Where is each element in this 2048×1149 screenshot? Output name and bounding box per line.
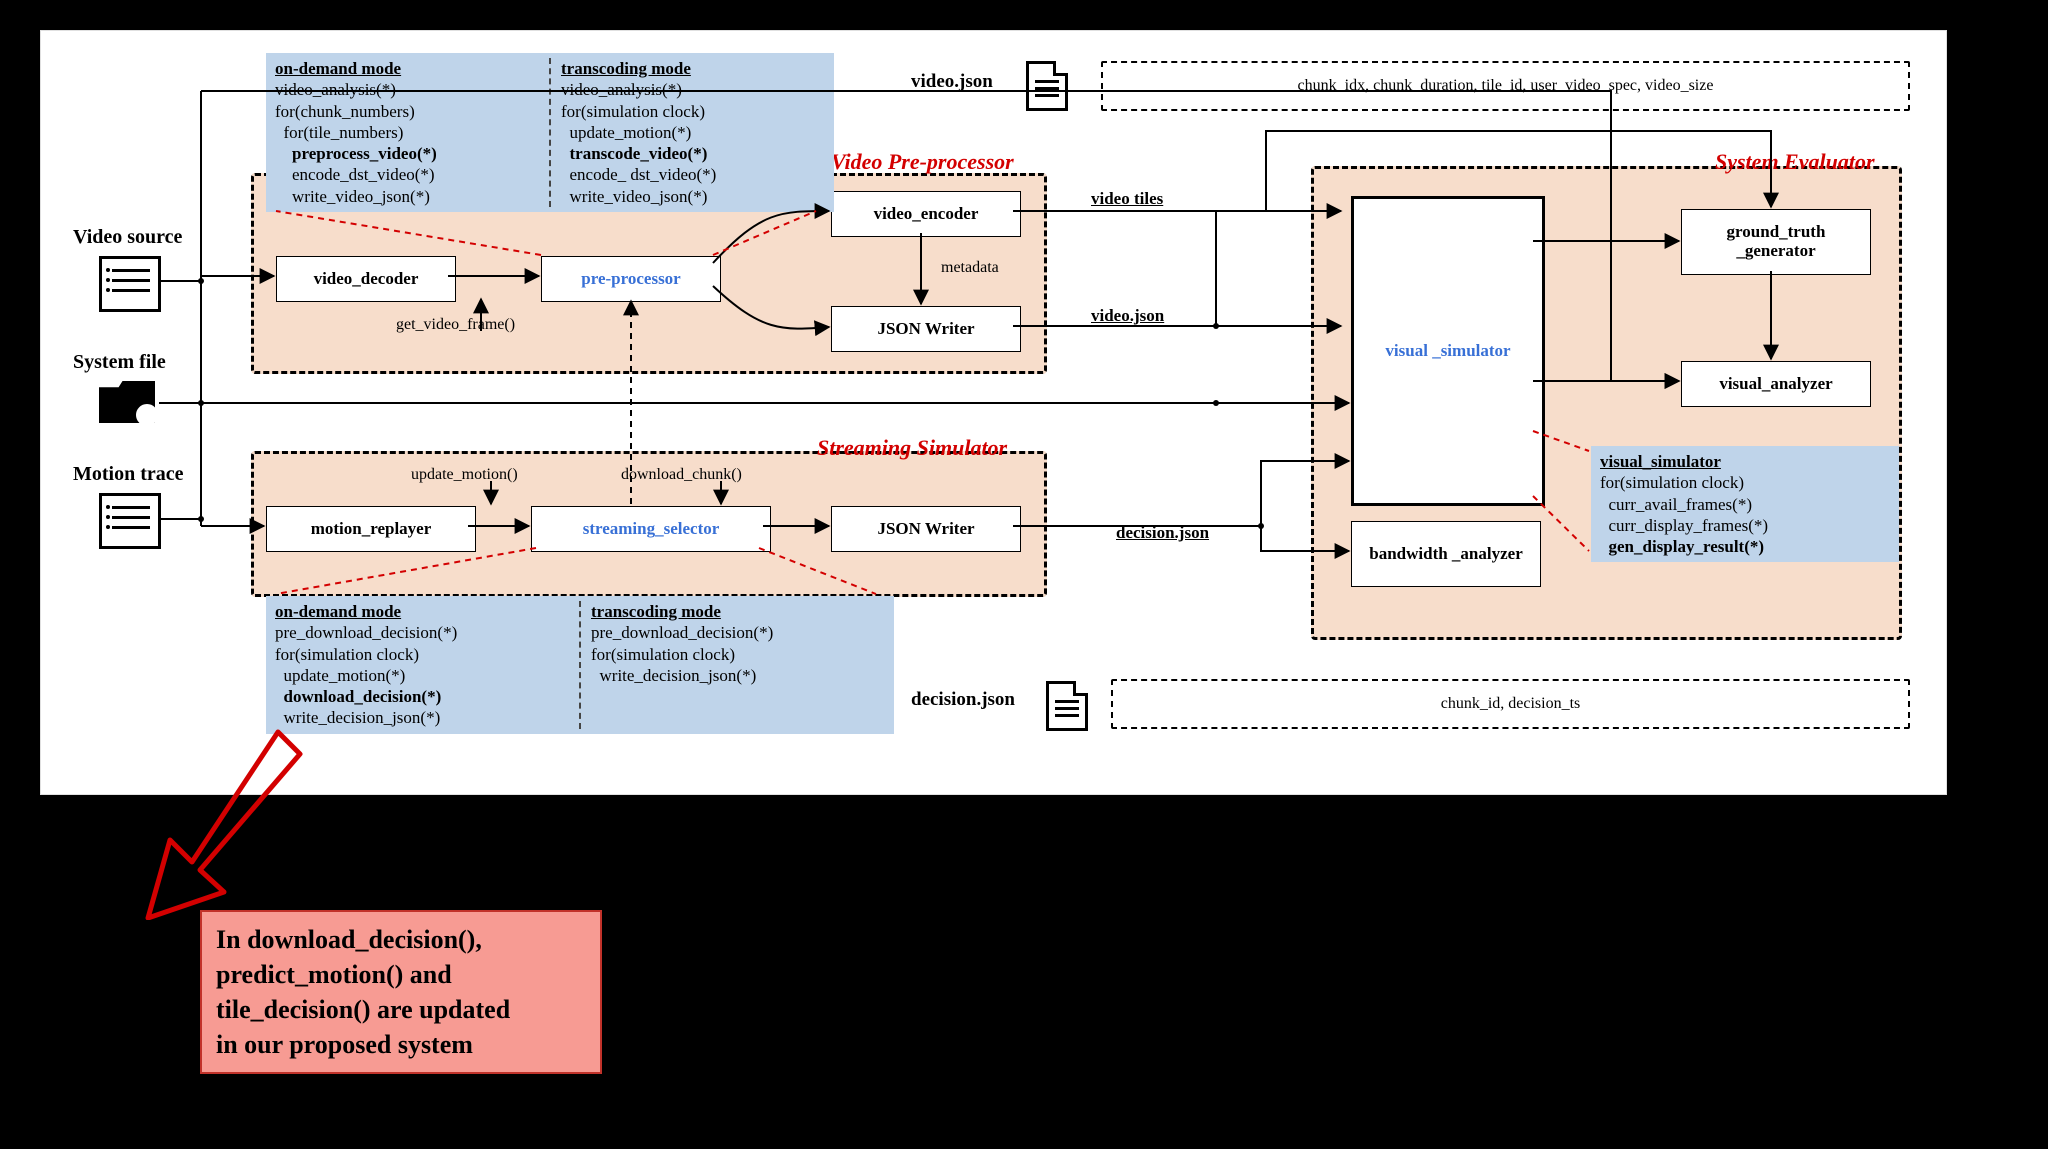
label-update-motion: update_motion() — [411, 466, 518, 484]
stream-left-l5: write_decision_json(*) — [275, 707, 569, 728]
callout-line2: predict_motion() and — [216, 957, 586, 992]
label-system-file: System file — [73, 351, 166, 374]
text-pre-processor: pre-processor — [581, 270, 680, 289]
preproc-left-l1: video_analysis(*) — [275, 79, 539, 100]
text-bandwidth-analyzer: bandwidth _analyzer — [1369, 545, 1523, 564]
video-source-icon — [99, 256, 161, 312]
label-video-tiles: video tiles — [1091, 189, 1163, 209]
preproc-right-l3: update_motion(*) — [561, 122, 825, 143]
eval-l4: gen_display_result(*) — [1600, 536, 1890, 557]
callout-line4: in our proposed system — [216, 1027, 586, 1062]
decision-json-fields-text: chunk_id, decision_ts — [1441, 695, 1581, 713]
title-streaming: Streaming Simulator — [817, 435, 1007, 461]
decision-json-file-icon — [1046, 681, 1088, 731]
diagram-panel: Video Pre-processor Streaming Simulator … — [40, 30, 1947, 795]
node-pre-processor: pre-processor — [541, 256, 721, 302]
label-decision-json: decision.json — [911, 689, 1015, 711]
stream-left-l4: download_decision(*) — [275, 686, 569, 707]
eval-header: visual_simulator — [1600, 451, 1890, 472]
preproc-left-header: on-demand mode — [275, 58, 539, 79]
preproc-left-l4: preprocess_video(*) — [275, 143, 539, 164]
preproc-right-l2: for(simulation clock) — [561, 101, 825, 122]
text-video-decoder: video_decoder — [314, 270, 419, 289]
preproc-left-l3: for(tile_numbers) — [275, 122, 539, 143]
stream-right-l2: for(simulation clock) — [591, 644, 885, 665]
codebox-stream-left: on-demand mode pre_download_decision(*) … — [275, 601, 569, 729]
stream-left-l1: pre_download_decision(*) — [275, 622, 569, 643]
node-motion-replayer: motion_replayer — [266, 506, 476, 552]
stream-right-l3: write_decision_json(*) — [591, 665, 885, 686]
codebox-preproc-left: on-demand mode video_analysis(*) for(chu… — [275, 58, 539, 207]
node-json-writer-2: JSON Writer — [831, 506, 1021, 552]
text-json-writer-2: JSON Writer — [877, 520, 974, 539]
title-evaluator: System Evaluator — [1715, 149, 1875, 175]
preproc-right-l5: encode_ dst_video(*) — [561, 164, 825, 185]
callout-arrow-icon — [130, 720, 310, 920]
label-metadata: metadata — [941, 259, 999, 277]
node-video-encoder: video_encoder — [831, 191, 1021, 237]
callout-line1: In download_decision(), — [216, 922, 586, 957]
preproc-right-header: transcoding mode — [561, 58, 825, 79]
preproc-right-l1: video_analysis(*) — [561, 79, 825, 100]
stream-right-l1: pre_download_decision(*) — [591, 622, 885, 643]
label-download-chunk: download_chunk() — [621, 466, 742, 484]
text-motion-replayer: motion_replayer — [311, 520, 432, 539]
label-decision-json-arrow: decision.json — [1116, 523, 1209, 543]
node-ground-truth: ground_truth _generator — [1681, 209, 1871, 275]
text-video-encoder: video_encoder — [874, 205, 979, 224]
stream-right-header: transcoding mode — [591, 601, 885, 622]
text-ground-truth: ground_truth _generator — [1686, 223, 1866, 260]
codebox-stream-right: transcoding mode pre_download_decision(*… — [591, 601, 885, 729]
preproc-left-l5: encode_dst_video(*) — [275, 164, 539, 185]
text-json-writer-1: JSON Writer — [877, 320, 974, 339]
codebox-preproc-right: transcoding mode video_analysis(*) for(s… — [561, 58, 825, 207]
system-file-icon — [99, 381, 155, 423]
preproc-left-l2: for(chunk_numbers) — [275, 101, 539, 122]
node-json-writer-1: JSON Writer — [831, 306, 1021, 352]
label-video-json-arrow: video.json — [1091, 306, 1164, 326]
preproc-left-l6: write_video_json(*) — [275, 186, 539, 207]
video-json-fields: chunk_idx, chunk_duration, tile_id, user… — [1101, 61, 1910, 111]
callout-line3: tile_decision() are updated — [216, 992, 586, 1027]
node-visual-analyzer: visual_analyzer — [1681, 361, 1871, 407]
node-streaming-selector: streaming_selector — [531, 506, 771, 552]
codebox-preprocessor: on-demand mode video_analysis(*) for(chu… — [266, 53, 834, 212]
decision-json-fields: chunk_id, decision_ts — [1111, 679, 1910, 729]
preproc-right-l4: transcode_video(*) — [561, 143, 825, 164]
stream-left-l2: for(simulation clock) — [275, 644, 569, 665]
callout-box: In download_decision(), predict_motion()… — [200, 910, 602, 1074]
label-video-source: Video source — [73, 226, 182, 249]
title-preprocessor: Video Pre-processor — [831, 149, 1014, 175]
text-visual-analyzer: visual_analyzer — [1719, 375, 1832, 394]
node-video-decoder: video_decoder — [276, 256, 456, 302]
preproc-right-l6: write_video_json(*) — [561, 186, 825, 207]
video-json-fields-text: chunk_idx, chunk_duration, tile_id, user… — [1298, 77, 1714, 95]
stream-left-l3: update_motion(*) — [275, 665, 569, 686]
codebox-streaming: on-demand mode pre_download_decision(*) … — [266, 596, 894, 734]
video-json-file-icon — [1026, 61, 1068, 111]
label-get-video-frame: get_video_frame() — [396, 316, 515, 334]
label-video-json: video.json — [911, 71, 993, 93]
text-streaming-selector: streaming_selector — [583, 520, 720, 539]
node-visual-simulator: visual _simulator — [1351, 196, 1545, 506]
stream-left-header: on-demand mode — [275, 601, 569, 622]
codebox-evaluator: visual_simulator for(simulation clock) c… — [1591, 446, 1899, 562]
node-bandwidth-analyzer: bandwidth _analyzer — [1351, 521, 1541, 587]
eval-l2: curr_avail_frames(*) — [1600, 494, 1890, 515]
motion-trace-icon — [99, 493, 161, 549]
text-visual-simulator: visual _simulator — [1385, 342, 1510, 361]
eval-l3: curr_display_frames(*) — [1600, 515, 1890, 536]
eval-l1: for(simulation clock) — [1600, 472, 1890, 493]
label-motion-trace: Motion trace — [73, 463, 184, 486]
